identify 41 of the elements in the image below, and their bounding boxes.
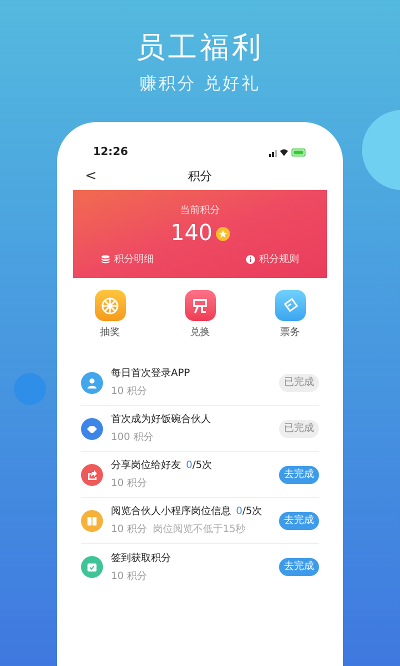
back-button[interactable]: <	[85, 169, 97, 183]
complete-task-button[interactable]: 去完成	[279, 512, 319, 530]
task-points: 10 积分	[111, 523, 147, 537]
task-progress-total: /5次	[192, 459, 212, 473]
shortcut-button[interactable]: 抽奖	[85, 290, 135, 340]
coin-star-icon	[216, 227, 230, 241]
task-title: 分享岗位给好友	[111, 458, 181, 473]
database-icon	[101, 255, 110, 264]
shortcut-button[interactable]: 兑换	[175, 290, 225, 340]
task-points: 10 积分	[111, 385, 147, 399]
task-points: 10 积分	[111, 477, 147, 491]
complete-task-button[interactable]: 去完成	[279, 466, 319, 484]
task-note: 岗位阅览不低于15秒	[152, 522, 246, 537]
task-points: 100 积分	[111, 431, 154, 445]
task-title: 每日首次登录APP	[111, 367, 190, 381]
exchange-icon	[184, 290, 216, 321]
shortcut-button[interactable]: 票务	[265, 290, 315, 340]
headline: 员工福利	[136, 29, 264, 66]
user-icon	[81, 372, 103, 394]
points-details-link[interactable]: 积分明细	[101, 252, 154, 267]
task-points: 10 积分	[111, 570, 147, 584]
task-title: 签到获取积分	[111, 552, 171, 566]
book-icon	[81, 510, 103, 532]
info-icon	[246, 255, 255, 264]
calendar-icon	[81, 556, 103, 578]
points-rules-link[interactable]: 积分规则	[246, 252, 299, 267]
points-value: 140	[170, 220, 212, 248]
task-title: 阅览合伙人小程序岗位信息	[111, 504, 231, 519]
status-time: 12:26	[93, 144, 128, 160]
task-progress-done: 0	[186, 459, 192, 473]
page-title: 积分	[188, 168, 212, 185]
points-label: 当前积分	[180, 204, 220, 218]
task-title: 首次成为好饭碗合伙人	[111, 412, 211, 427]
status-icons	[269, 148, 307, 156]
subheadline: 赚积分 兑好礼	[139, 73, 261, 96]
task-progress-total: /5次	[242, 505, 262, 519]
complete-task-button[interactable]: 去完成	[279, 558, 319, 576]
share-icon	[81, 464, 103, 486]
wheel-icon	[94, 290, 126, 321]
ticket-icon	[274, 290, 306, 321]
task-progress-done: 0	[236, 505, 242, 519]
